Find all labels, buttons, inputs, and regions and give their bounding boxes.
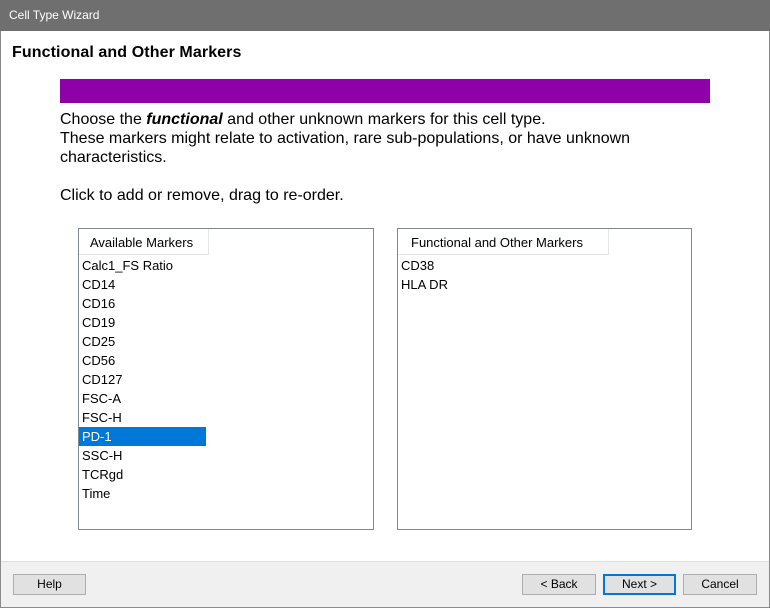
description-line-3: characteristics. (60, 149, 167, 166)
marker-list-item[interactable]: CD38 (398, 256, 525, 275)
instruction-hint: Click to add or remove, drag to re-order… (60, 187, 344, 204)
marker-list-item[interactable]: FSC-A (79, 389, 206, 408)
marker-list-item[interactable]: SSC-H (79, 446, 206, 465)
window-title: Cell Type Wizard (9, 8, 100, 22)
available-markers-column-header[interactable]: Available Markers (79, 229, 209, 255)
marker-list-item[interactable]: CD14 (79, 275, 206, 294)
available-markers-list[interactable]: Available Markers Calc1_FS Ratio CD14 CD16… (78, 228, 374, 530)
marker-list-item[interactable]: CD19 (79, 313, 206, 332)
marker-list-item[interactable]: CD56 (79, 351, 206, 370)
marker-list-item[interactable]: TCRgd (79, 465, 206, 484)
available-markers-items: Calc1_FS Ratio CD14 CD16 CD19 CD25 CD56 CD127 F… (79, 256, 206, 503)
description-prefix: Choose the (60, 111, 147, 128)
marker-list-item[interactable]: PD-1 (79, 427, 206, 446)
marker-list-item[interactable]: CD25 (79, 332, 206, 351)
marker-list-item[interactable]: FSC-H (79, 408, 206, 427)
back-button[interactable]: < Back (522, 574, 596, 595)
description-suffix: and other unknown markers for this cell … (222, 111, 546, 128)
functional-markers-list[interactable]: Functional and Other Markers CD38 HLA DR (397, 228, 692, 530)
description: Choose the functional and other unknown … (60, 110, 700, 167)
description-line-2: These markers might relate to activation… (60, 130, 631, 147)
marker-list-item[interactable]: Time (79, 484, 206, 503)
next-button[interactable]: Next > (603, 574, 676, 595)
window-titlebar: Cell Type Wizard (0, 0, 770, 31)
marker-list-item[interactable]: HLA DR (398, 275, 525, 294)
marker-list-item[interactable]: CD127 (79, 370, 206, 389)
cancel-button[interactable]: Cancel (683, 574, 757, 595)
help-button[interactable]: Help (13, 574, 86, 595)
accent-bar (60, 79, 710, 103)
functional-markers-column-header[interactable]: Functional and Other Markers (398, 229, 609, 255)
marker-list-item[interactable]: CD16 (79, 294, 206, 313)
functional-markers-items: CD38 HLA DR (398, 256, 525, 294)
marker-list-item[interactable]: Calc1_FS Ratio (79, 256, 206, 275)
description-line-1: Choose the functional and other unknown … (60, 110, 700, 129)
page-title: Functional and Other Markers (12, 44, 242, 61)
description-emphasis: functional (146, 111, 223, 128)
